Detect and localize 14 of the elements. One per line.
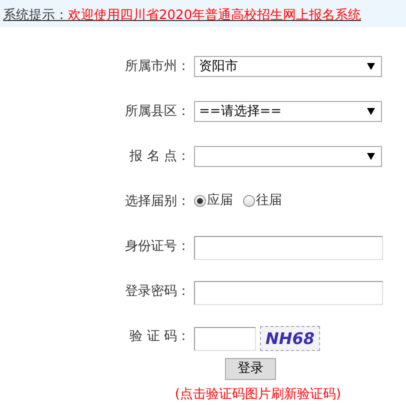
- captcha-image[interactable]: NH68: [260, 326, 320, 351]
- captcha-refresh-hint: (点击验证码图片刷新验证码): [174, 386, 342, 404]
- dropdown[interactable]: ==请选择==: [194, 101, 382, 122]
- field-label: 身份证号：: [124, 238, 191, 256]
- field-label: 选择届别：: [124, 193, 191, 211]
- field-label: 所属县区：: [124, 103, 191, 121]
- radio-option[interactable]: 应届: [194, 191, 233, 210]
- field-label: 所属市州：: [124, 58, 191, 76]
- field-label: 报 名 点：: [128, 148, 191, 166]
- field-label: 登录密码：: [124, 283, 191, 301]
- field-label: 验 证 码：: [128, 328, 191, 346]
- dropdown[interactable]: 资阳市: [194, 56, 382, 77]
- radio-option[interactable]: 往届: [243, 191, 282, 210]
- login-button[interactable]: 登录: [225, 358, 276, 380]
